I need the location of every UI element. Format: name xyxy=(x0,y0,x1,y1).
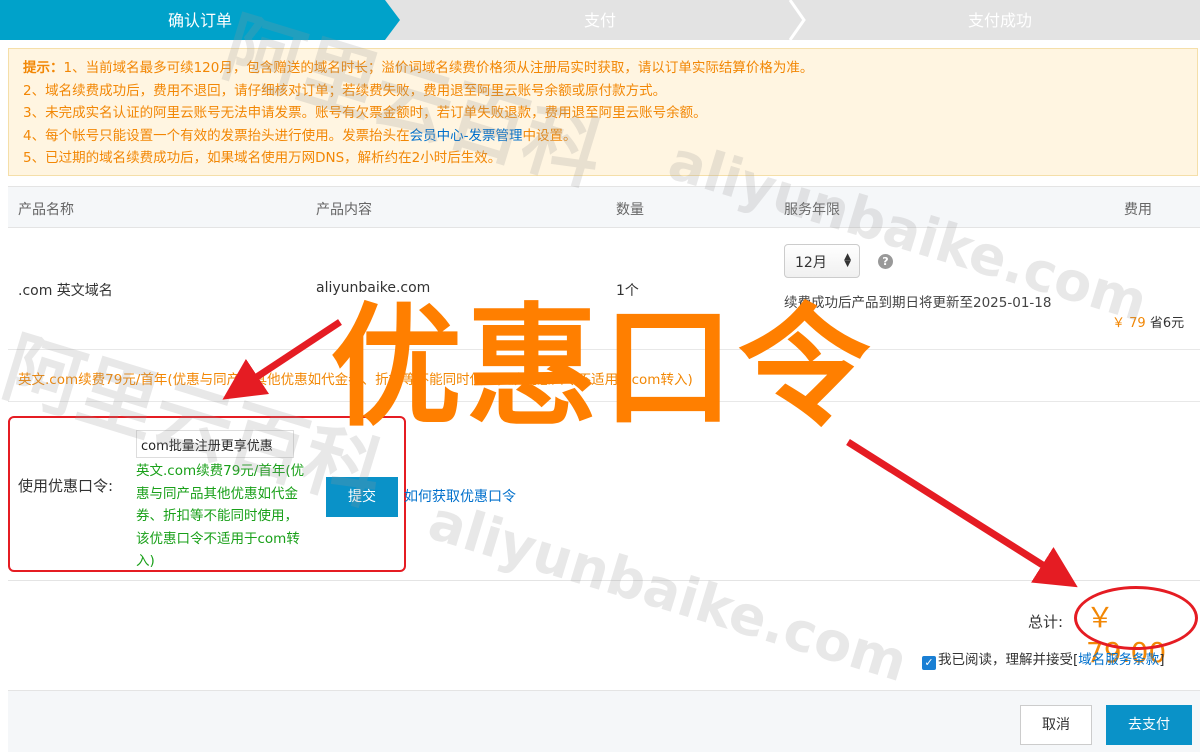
notice-line-1: 提示：1、当前域名最多可续120月，包含赠送的域名时长；溢价词域名续费价格须从注… xyxy=(23,60,814,76)
arrow-to-total xyxy=(846,439,1078,588)
table-header: 产品名称 产品内容 数量 服务年限 费用 xyxy=(8,186,1200,228)
watermark: aliyunbaike.com xyxy=(421,488,915,695)
checkout-steps: 确认订单 支付 支付成功 xyxy=(0,0,1200,40)
header-fee: 费用 xyxy=(1124,202,1152,218)
notice-line-5: 5、已过期的域名续费成功后，如果域名使用万网DNS，解析约在2小时后生效。 xyxy=(23,150,502,166)
term-select[interactable]: 12月 ▲ ▼ xyxy=(784,244,860,278)
coupon-input[interactable]: com批量注册更享优惠 xyxy=(136,430,294,458)
header-term: 服务年限 xyxy=(784,202,840,218)
terms-link[interactable]: 域名服务条款 xyxy=(1078,652,1159,668)
price: ￥ 79 省6元 xyxy=(1112,316,1185,331)
product-name: .com 英文域名 xyxy=(18,283,113,299)
annotation-big-text: 优惠口令 xyxy=(330,291,874,445)
invoice-management-link[interactable]: 会员中心-发票管理 xyxy=(410,128,523,144)
total-highlight-ellipse xyxy=(1074,586,1198,650)
agreement: ✓ 我已阅读，理解并接受[域名服务条款] xyxy=(922,648,1165,670)
header-quantity: 数量 xyxy=(616,202,644,218)
notice-line-3: 3、未完成实名认证的阿里云账号无法申请发票。账号有欠票金额时，若订单失败退款，费… xyxy=(23,105,707,121)
agree-checkbox[interactable]: ✓ xyxy=(922,656,936,670)
notice-line-2: 2、域名续费成功后，费用不退回，请仔细核对订单；若续费失败，费用退至阿里云账号余… xyxy=(23,82,667,99)
notice-panel: 提示：1、当前域名最多可续120月，包含赠送的域名时长；溢价词域名续费价格须从注… xyxy=(8,48,1198,176)
cancel-button[interactable]: 取消 xyxy=(1020,705,1092,745)
divider xyxy=(8,580,1200,581)
coupon-label: 使用优惠口令: xyxy=(18,477,114,495)
pay-button[interactable]: 去支付 xyxy=(1106,705,1192,745)
step-payment-success: 支付成功 xyxy=(967,11,1032,30)
header-product-content: 产品内容 xyxy=(316,202,372,218)
notice-line-4: 4、每个帐号只能设置一个有效的发票抬头进行使用。发票抬头在会员中心-发票管理中设… xyxy=(23,127,577,144)
step-chevron-icon xyxy=(788,0,808,40)
total-label: 总计: xyxy=(1028,613,1064,631)
help-icon[interactable]: ? xyxy=(878,254,893,269)
header-product-name: 产品名称 xyxy=(18,202,74,218)
step-payment: 支付 xyxy=(583,11,616,30)
coupon-description: 英文.com续费79元/首年(优惠与同产品其他优惠如代金券、折扣等不能同时使用，… xyxy=(136,463,305,569)
step-confirm-order: 确认订单 xyxy=(0,0,400,40)
how-to-get-coupon-link[interactable]: 如何获取优惠口令 xyxy=(404,486,516,506)
submit-button[interactable]: 提交 xyxy=(326,477,398,517)
select-arrows-icon: ▲ ▼ xyxy=(844,252,851,269)
